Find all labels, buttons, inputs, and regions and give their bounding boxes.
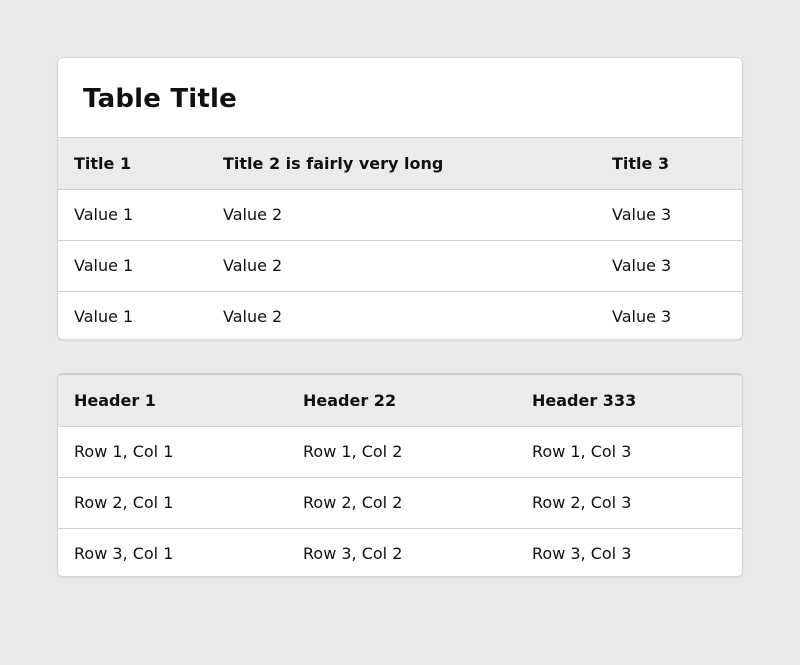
column-header-title-1: Title 1 (74, 153, 132, 173)
table-cell: Value 1 (74, 307, 134, 327)
table-title: Table Title (58, 58, 742, 138)
table-header-row: Header 1 Header 22 Header 333 (58, 375, 742, 426)
table-cell: Row 3, Col 1 (74, 544, 174, 564)
table-cell: Row 1, Col 3 (532, 442, 632, 461)
table-cell: Row 3, Col 3 (532, 544, 632, 564)
table-cell: Value 1 (74, 205, 134, 224)
table-card-1: Table Title Title 1 Title 2 is fairly ve… (57, 57, 743, 340)
table-cell: Value 3 (612, 307, 672, 327)
table-row: Value 1 Value 2 Value 3 (58, 291, 742, 339)
table-row: Row 2, Col 1 Row 2, Col 2 Row 2, Col 3 (58, 477, 742, 528)
table-cell: Value 2 (223, 307, 283, 327)
column-header-1: Header 1 (74, 390, 156, 410)
table-row: Row 3, Col 1 Row 3, Col 2 Row 3, Col 3 (58, 528, 742, 576)
table-cell: Value 3 (612, 205, 672, 224)
table-cell: Row 2, Col 3 (532, 493, 632, 512)
table-row: Value 1 Value 2 Value 3 (58, 189, 742, 240)
data-table-2: Header 1 Header 22 Header 333 Row 1, Col… (58, 375, 742, 576)
column-header-2: Header 22 (303, 390, 397, 410)
data-table-1: Title 1 Title 2 is fairly very long Titl… (58, 138, 742, 339)
table-cell: Row 3, Col 2 (303, 544, 403, 564)
table-card-2: Header 1 Header 22 Header 333 Row 1, Col… (57, 373, 743, 577)
table-cell: Row 1, Col 2 (303, 442, 403, 461)
column-header-title-3: Title 3 (612, 153, 670, 173)
column-header-title-2: Title 2 is fairly very long (223, 153, 444, 173)
table-cell: Value 2 (223, 205, 283, 224)
table-cell: Value 3 (612, 256, 672, 275)
table-cell: Row 2, Col 2 (303, 493, 403, 512)
table-cell: Value 1 (74, 256, 134, 275)
table-row: Row 1, Col 1 Row 1, Col 2 Row 1, Col 3 (58, 426, 742, 477)
column-header-3: Header 333 (532, 390, 637, 410)
table-cell: Row 2, Col 1 (74, 493, 174, 512)
table-row: Value 1 Value 2 Value 3 (58, 240, 742, 291)
table-header-row: Title 1 Title 2 is fairly very long Titl… (58, 138, 742, 189)
table-cell: Value 2 (223, 256, 283, 275)
table-cell: Row 1, Col 1 (74, 442, 174, 461)
